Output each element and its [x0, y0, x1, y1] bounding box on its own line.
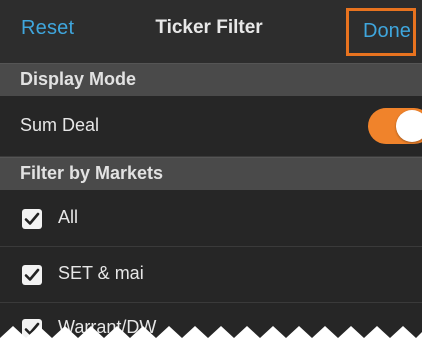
section-header-filter-by-markets: Filter by Markets [0, 157, 422, 190]
sum-deal-toggle[interactable] [368, 108, 422, 144]
ticker-filter-screen: Reset Ticker Filter Done Display Mode Su… [0, 0, 422, 352]
navigation-bar: Reset Ticker Filter Done [0, 0, 422, 63]
section-header-label: Display Mode [20, 69, 137, 89]
market-item-all[interactable]: All [0, 190, 422, 247]
market-item-set-mai[interactable]: SET & mai [0, 247, 422, 303]
section-header-display-mode: Display Mode [0, 63, 422, 96]
market-item-label: All [58, 207, 79, 227]
sum-deal-row: Sum Deal [0, 96, 422, 157]
done-button-label: Done [363, 20, 411, 42]
torn-edge-divider [0, 326, 422, 352]
sum-deal-label: Sum Deal [20, 115, 100, 135]
checkbox-checked-icon[interactable] [22, 265, 42, 285]
toggle-knob [396, 110, 422, 142]
done-button[interactable]: Done [346, 8, 416, 56]
section-header-label: Filter by Markets [20, 163, 164, 183]
checkbox-checked-icon[interactable] [22, 209, 42, 229]
market-item-label: SET & mai [58, 263, 144, 283]
